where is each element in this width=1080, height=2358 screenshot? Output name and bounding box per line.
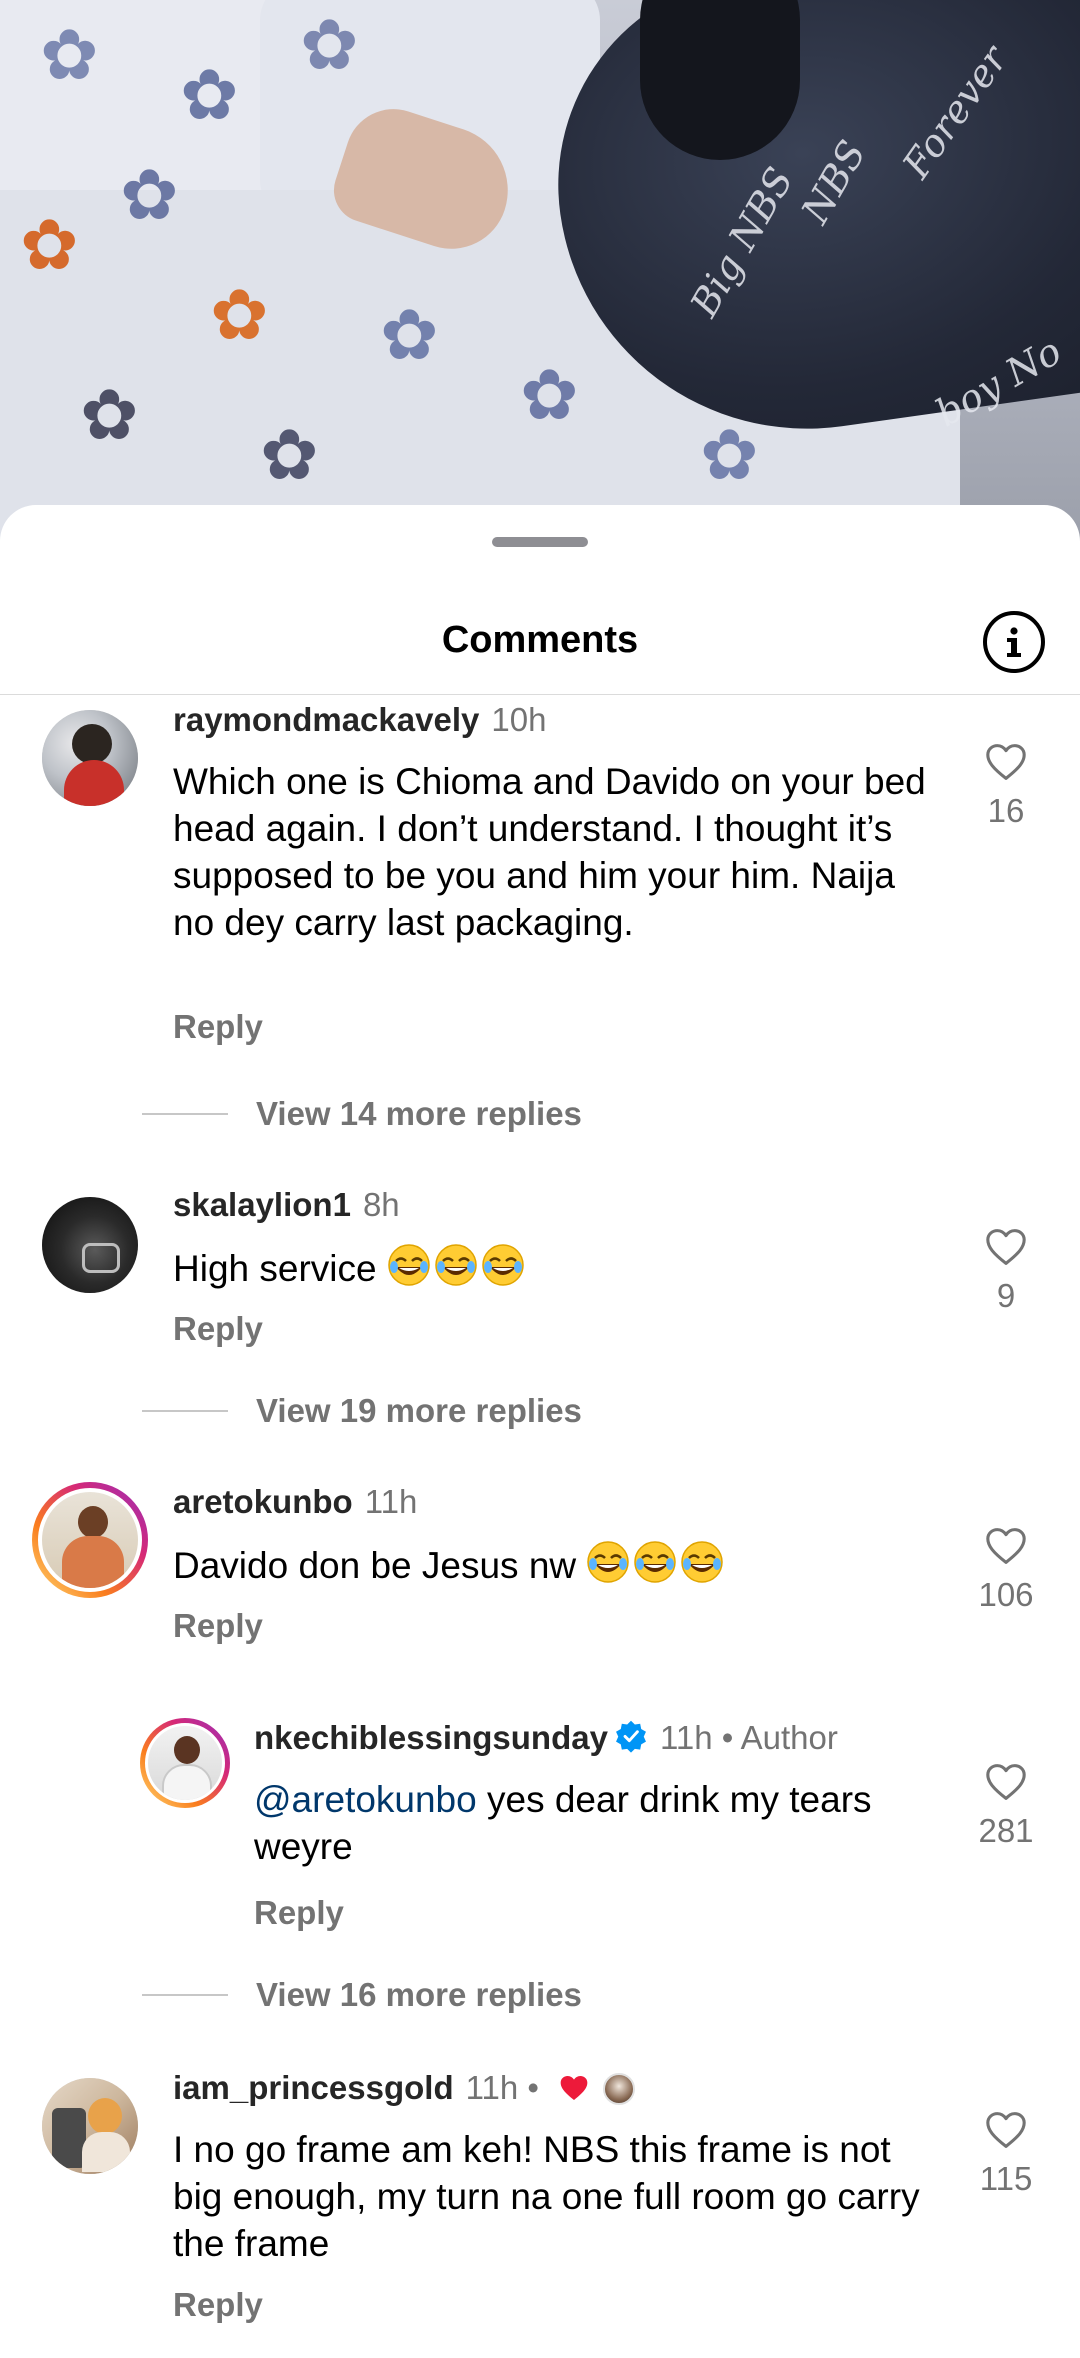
comment-text-body: Davido don be Jesus nw [173, 1545, 577, 1586]
mention-link[interactable]: @aretokunbo [254, 1779, 477, 1820]
heart-outline-icon [986, 1229, 1026, 1265]
heart-outline-icon [986, 1764, 1026, 1800]
laughing-emoji-icon [387, 1243, 525, 1298]
avatar-story-ring[interactable] [140, 1718, 230, 1808]
like-button[interactable]: 115 [966, 2110, 1046, 2198]
thread-line [142, 1113, 228, 1115]
sheet-title: Comments [441, 619, 639, 661]
avatar[interactable] [42, 710, 138, 806]
avatar[interactable] [42, 1197, 138, 1293]
like-count: 16 [987, 792, 1025, 829]
comment-meta: raymondmackavely 10h [173, 700, 546, 740]
username[interactable]: skalaylion1 [173, 1186, 351, 1223]
view-more-replies[interactable]: View 16 more replies [142, 1973, 582, 2017]
heart-outline-icon [986, 2112, 1026, 2148]
info-icon[interactable] [983, 611, 1045, 673]
reply-button[interactable]: Reply [173, 1607, 263, 1645]
comment-text-body: High service [173, 1248, 377, 1289]
comment-text: Davido don be Jesus nw [173, 1540, 933, 1595]
heart-outline-icon [986, 744, 1026, 780]
like-count: 115 [979, 2160, 1033, 2197]
like-button[interactable]: 16 [966, 742, 1046, 830]
username[interactable]: iam_princessgold [173, 2069, 454, 2106]
reply-button[interactable]: Reply [173, 1008, 263, 1046]
timestamp: 11h [659, 1719, 713, 1756]
video-background: ✿ ✿ ✿ ✿ ✿ ✿ ✿ ✿ ✿ ✿ ✿ Big NBS NBS Foreve… [0, 0, 1080, 560]
like-button[interactable]: 281 [966, 1762, 1046, 1850]
view-more-label: View 19 more replies [256, 1392, 582, 1429]
reply-button[interactable]: Reply [173, 1310, 263, 1348]
sheet-header: Comments [0, 575, 1080, 695]
comments-sheet: Comments raymondmackavely 10h Which one i… [0, 505, 1080, 2358]
username[interactable]: raymondmackavely [173, 701, 479, 738]
timestamp: 8h [362, 1186, 400, 1223]
verified-badge-icon [615, 1720, 646, 1753]
username[interactable]: nkechiblessingsunday [254, 1719, 608, 1756]
timestamp: 11h [364, 1483, 418, 1520]
red-heart-icon [560, 2076, 588, 2100]
timestamp: 11h • [465, 2069, 539, 2106]
avatar-story-ring[interactable] [32, 1482, 148, 1598]
comment-meta: skalaylion1 8h [173, 1185, 400, 1225]
like-count: 281 [978, 1812, 1034, 1849]
thread-line [142, 1410, 228, 1412]
reply-button[interactable]: Reply [254, 1894, 344, 1932]
view-more-label: View 14 more replies [256, 1095, 582, 1132]
comment-text: Which one is Chioma and Davido on your b… [173, 761, 926, 943]
drag-handle[interactable] [492, 537, 588, 547]
comment-meta: iam_princessgold 11h • [173, 2068, 636, 2108]
laughing-emoji-icon [586, 1540, 724, 1595]
author-mini-avatar [603, 2073, 636, 2105]
comment-meta: aretokunbo 11h [173, 1482, 417, 1522]
username[interactable]: aretokunbo [173, 1483, 353, 1520]
reply-button[interactable]: Reply [173, 2286, 263, 2324]
view-more-replies[interactable]: View 14 more replies [142, 1092, 582, 1136]
comment-text: @aretokunbo yes dear drink my tears weyr… [254, 1776, 944, 1870]
thread-line [142, 1994, 228, 1996]
view-more-label: View 16 more replies [256, 1976, 582, 2013]
timestamp: 10h [491, 701, 547, 738]
like-count: 9 [996, 1277, 1016, 1314]
view-more-replies[interactable]: View 19 more replies [142, 1389, 582, 1433]
like-count: 106 [978, 1576, 1034, 1613]
avatar[interactable] [42, 2078, 138, 2174]
like-button[interactable]: 106 [966, 1526, 1046, 1614]
heart-outline-icon [986, 1528, 1026, 1564]
author-label: • Author [721, 1719, 838, 1756]
like-button[interactable]: 9 [966, 1227, 1046, 1315]
comment-meta: nkechiblessingsunday 11h • Author [254, 1718, 838, 1758]
comment-text: High service [173, 1243, 933, 1298]
comment-text: I no go frame am keh! NBS this frame is … [173, 2129, 920, 2264]
